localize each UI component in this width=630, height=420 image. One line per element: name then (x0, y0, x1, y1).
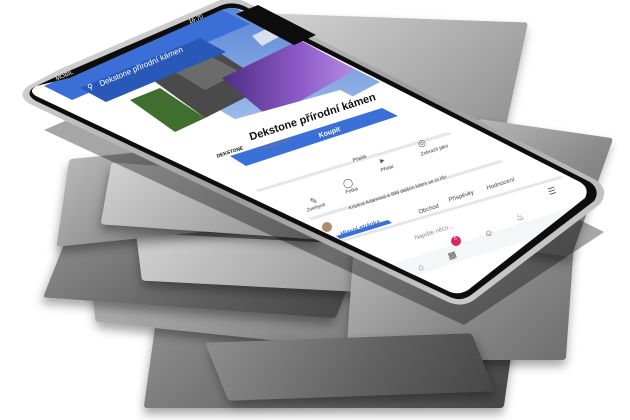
smartphone (22, 0, 605, 325)
scene: MOBIL 16:70 ⚲ Dekstone přírodní kámen DE… (0, 0, 630, 420)
notification-badge (451, 236, 461, 246)
